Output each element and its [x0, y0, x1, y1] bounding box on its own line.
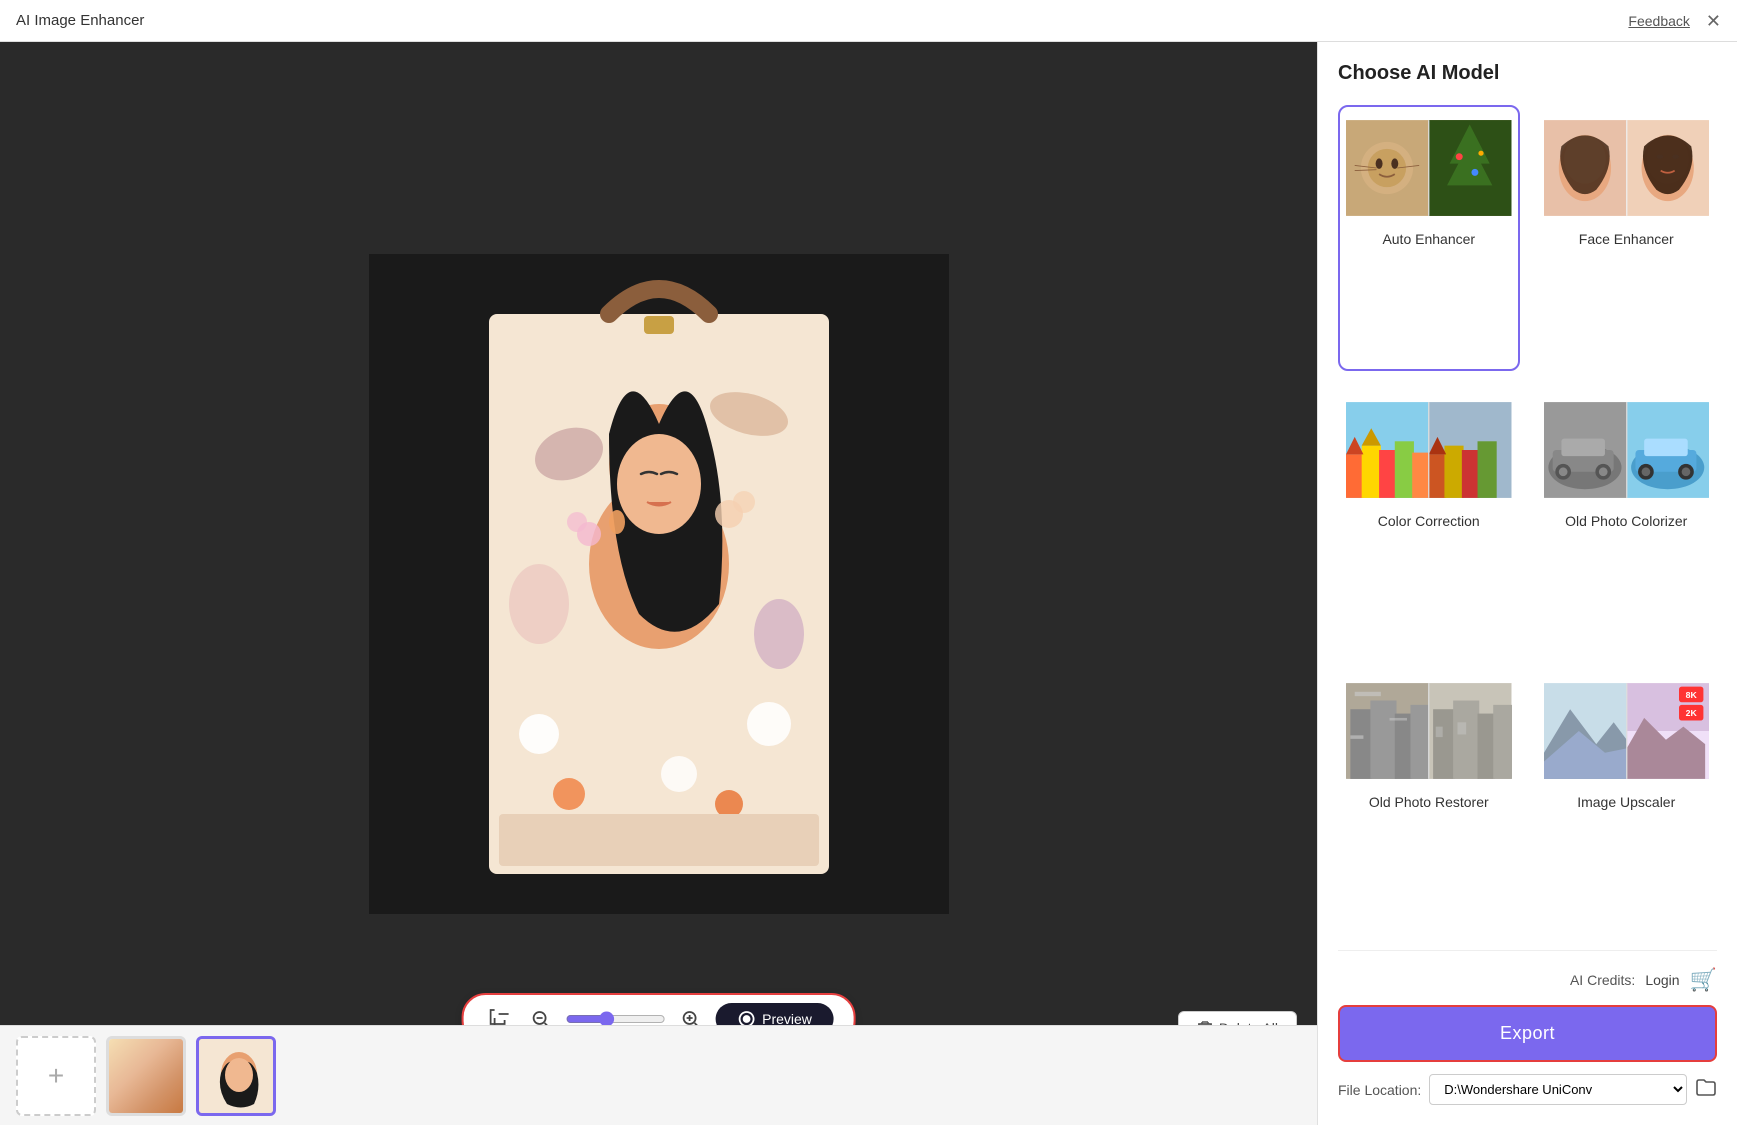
model-image-old-photo-restorer	[1346, 676, 1512, 786]
file-location-label: File Location:	[1338, 1082, 1421, 1098]
model-image-color-correction	[1346, 395, 1512, 505]
canvas-image-container	[0, 97, 1317, 1070]
bottom-panel: AI Credits: Login 🛒 Export File Location…	[1338, 950, 1717, 1105]
model-image-image-upscaler: 8K 2K	[1544, 676, 1710, 786]
model-image-face-enhancer	[1544, 113, 1710, 223]
model-grid: Auto Enhancer	[1338, 105, 1717, 934]
folder-icon-button[interactable]	[1695, 1076, 1717, 1104]
export-button[interactable]: Export	[1338, 1005, 1717, 1062]
svg-text:8K: 8K	[1685, 690, 1697, 700]
svg-text:2K: 2K	[1685, 709, 1697, 719]
credits-label: AI Credits:	[1570, 972, 1635, 988]
thumbnail-item-2[interactable]	[196, 1036, 276, 1116]
thumbnail-strip: +	[0, 1025, 1317, 1125]
model-label-auto-enhancer: Auto Enhancer	[1382, 231, 1475, 247]
model-label-image-upscaler: Image Upscaler	[1577, 794, 1675, 810]
model-card-old-photo-restorer[interactable]: Old Photo Restorer	[1338, 668, 1520, 934]
thumbnail-item-1[interactable]	[106, 1036, 186, 1116]
panel-title: Choose AI Model	[1338, 62, 1717, 85]
model-label-color-correction: Color Correction	[1378, 513, 1480, 529]
model-label-face-enhancer: Face Enhancer	[1579, 231, 1674, 247]
main-canvas-artwork	[369, 254, 949, 914]
model-label-old-photo-restorer: Old Photo Restorer	[1369, 794, 1489, 810]
file-location-row: File Location: D:\Wondershare UniConv	[1338, 1074, 1717, 1105]
title-bar: AI Image Enhancer Feedback ✕	[0, 0, 1737, 42]
model-label-old-photo-colorizer: Old Photo Colorizer	[1565, 513, 1687, 529]
model-image-auto-enhancer	[1346, 113, 1512, 223]
file-location-select[interactable]: D:\Wondershare UniConv	[1429, 1074, 1687, 1105]
model-card-image-upscaler[interactable]: 8K 2K Image Upscaler	[1536, 668, 1718, 934]
cart-icon[interactable]: 🛒	[1690, 967, 1717, 993]
model-card-face-enhancer[interactable]: Face Enhancer	[1536, 105, 1718, 371]
right-panel: Choose AI Model	[1317, 42, 1737, 1125]
title-bar-actions: Feedback ✕	[1628, 12, 1721, 30]
app-title: AI Image Enhancer	[16, 12, 144, 29]
model-card-old-photo-colorizer[interactable]: Old Photo Colorizer	[1536, 387, 1718, 653]
model-card-color-correction[interactable]: Color Correction	[1338, 387, 1520, 653]
model-card-auto-enhancer[interactable]: Auto Enhancer	[1338, 105, 1520, 371]
add-icon: +	[48, 1060, 64, 1092]
feedback-link[interactable]: Feedback	[1628, 13, 1689, 29]
main-layout: Preview Delete All +	[0, 42, 1737, 1125]
credits-row: AI Credits: Login 🛒	[1338, 967, 1717, 993]
add-image-button[interactable]: +	[16, 1036, 96, 1116]
canvas-area: Preview Delete All +	[0, 42, 1317, 1125]
close-button[interactable]: ✕	[1706, 12, 1721, 30]
model-image-old-photo-colorizer	[1544, 395, 1710, 505]
login-button[interactable]: Login	[1645, 972, 1679, 988]
